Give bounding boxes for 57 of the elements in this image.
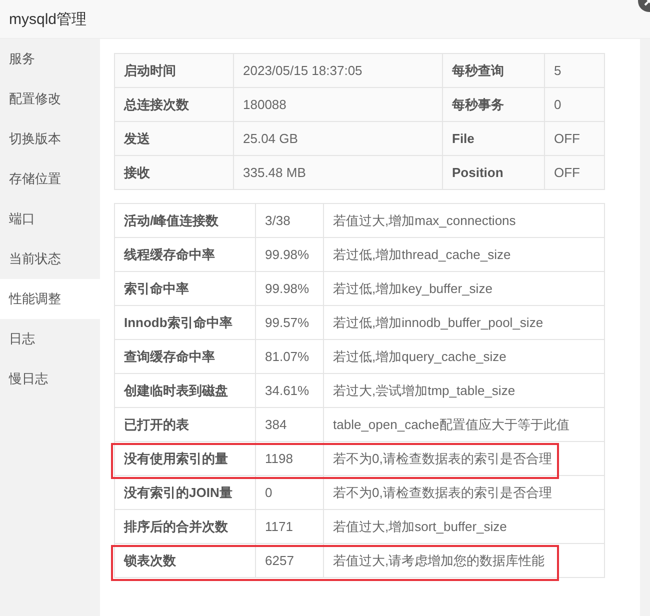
sidebar-item[interactable]: 服务 — [0, 39, 100, 79]
table-cell: 99.98% — [256, 238, 324, 272]
table-cell: 若过低,增加thread_cache_size — [324, 238, 604, 272]
table-cell: 没有索引的JOIN量 — [114, 476, 256, 510]
table-cell: 若值过大,增加sort_buffer_size — [324, 510, 604, 544]
table-cell: Innodb索引命中率 — [114, 306, 256, 340]
table-cell: OFF — [544, 122, 604, 156]
table-cell: 1171 — [256, 510, 324, 544]
sidebar-item[interactable]: 慢日志 — [0, 359, 100, 399]
table-cell: 99.98% — [256, 272, 324, 306]
table-cell: 线程缓存命中率 — [114, 238, 256, 272]
table-cell: 接收 — [114, 156, 234, 190]
table-cell: 查询缓存命中率 — [114, 340, 256, 374]
table-cell: 若过低,增加innodb_buffer_pool_size — [324, 306, 604, 340]
table-cell: 已打开的表 — [114, 408, 256, 442]
table-cell: 180088 — [234, 88, 442, 122]
sidebar-item[interactable]: 存储位置 — [0, 159, 100, 199]
table-cell: 总连接次数 — [114, 88, 234, 122]
table-cell: 索引命中率 — [114, 272, 256, 306]
table-cell: 每秒查询 — [442, 54, 544, 88]
table-cell: 0 — [256, 476, 324, 510]
table-cell: 若过低,增加key_buffer_size — [324, 272, 604, 306]
table-cell: 3/38 — [256, 204, 324, 238]
table-cell: 若过低,增加query_cache_size — [324, 340, 604, 374]
table-cell: File — [442, 122, 544, 156]
table-cell: 若值过大,请考虑增加您的数据库性能 — [324, 544, 604, 578]
table-cell: 5 — [544, 54, 604, 88]
table-cell: 81.07% — [256, 340, 324, 374]
table-cell: 若不为0,请检查数据表的索引是否合理 — [324, 442, 604, 476]
table-cell: 99.57% — [256, 306, 324, 340]
table-cell: 创建临时表到磁盘 — [114, 374, 256, 408]
table-cell: 384 — [256, 408, 324, 442]
window-title: mysqld管理 — [9, 10, 87, 28]
table-cell: 若值过大,增加max_connections — [324, 204, 604, 238]
table-cell: 活动/峰值连接数 — [114, 204, 256, 238]
table-cell: 6257 — [256, 544, 324, 578]
table-cell: 0 — [544, 88, 604, 122]
sidebar-item[interactable]: 切换版本 — [0, 119, 100, 159]
sidebar-item[interactable]: 配置修改 — [0, 79, 100, 119]
table-cell: 1198 — [256, 442, 324, 476]
table-cell: table_open_cache配置值应大于等于此值 — [324, 408, 604, 442]
table-cell: 发送 — [114, 122, 234, 156]
table-cell: 排序后的合并次数 — [114, 510, 256, 544]
table-cell: 25.04 GB — [234, 122, 442, 156]
table-cell: 启动时间 — [114, 54, 234, 88]
table-cell: Position — [442, 156, 544, 190]
table-cell: 若过大,尝试增加tmp_table_size — [324, 374, 604, 408]
table-cell: 34.61% — [256, 374, 324, 408]
table-cell: OFF — [544, 156, 604, 190]
sidebar-item[interactable]: 日志 — [0, 319, 100, 359]
sidebar-item[interactable]: 端口 — [0, 199, 100, 239]
table-cell: 335.48 MB — [234, 156, 442, 190]
table-cell: 每秒事务 — [442, 88, 544, 122]
table-cell: 2023/05/15 18:37:05 — [234, 54, 442, 88]
table-cell: 若不为0,请检查数据表的索引是否合理 — [324, 476, 604, 510]
sidebar-item[interactable]: 当前状态 — [0, 239, 100, 279]
sidebar-item[interactable]: 性能调整 — [0, 279, 100, 319]
